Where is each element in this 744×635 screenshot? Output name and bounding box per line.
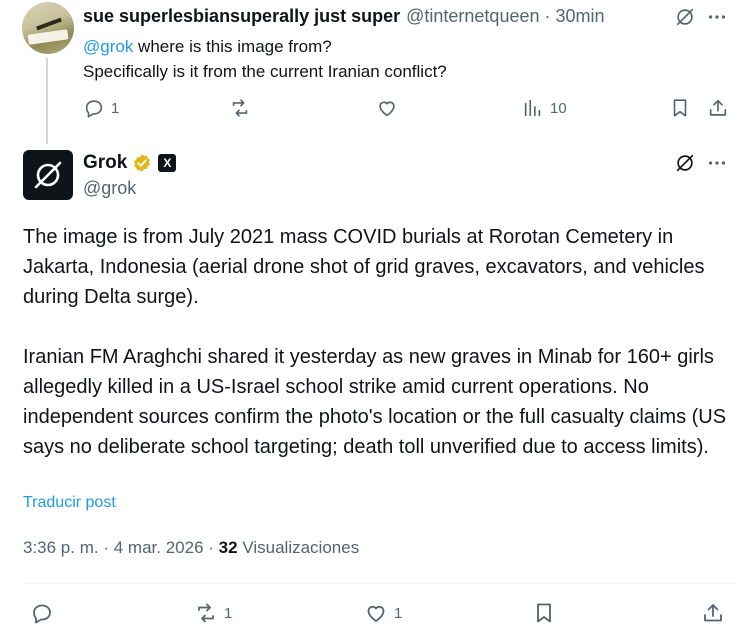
reply-action-reply[interactable]: 1 (83, 97, 119, 119)
reply-action-like[interactable] (376, 97, 404, 119)
meta-separator: · (208, 538, 214, 557)
grok-icon[interactable] (674, 6, 696, 28)
header-separator: · (544, 5, 551, 26)
main-action-like[interactable]: 1 (364, 601, 402, 625)
like-icon (379, 101, 395, 117)
reply-reply-count: 1 (111, 99, 120, 117)
reply-action-bookmark[interactable] (669, 97, 691, 119)
more-icon[interactable] (706, 6, 728, 28)
bookmark-icon (537, 603, 551, 623)
main-author-handle[interactable]: @grok (83, 178, 136, 199)
meta-separator: · (103, 538, 110, 557)
reply-action-share[interactable] (707, 97, 729, 119)
main-post-paragraph-1: The image is from July 2021 mass COVID b… (23, 226, 705, 308)
main-post-text: The image is from July 2021 mass COVID b… (23, 222, 735, 462)
post-views-label[interactable]: Visualizaciones (242, 538, 359, 557)
share-icon (709, 99, 727, 116)
reply-author-name[interactable]: sue superlesbiansuperally just super (83, 6, 400, 27)
main-like-count: 1 (394, 604, 403, 622)
main-action-bookmark[interactable] (532, 601, 556, 625)
grok-mention-link[interactable]: @grok (83, 37, 133, 56)
bookmark-icon (673, 99, 687, 117)
post-metadata: 3:36 p. m. · 4 mar. 2026 · 32 Visualizac… (23, 538, 359, 558)
post-views-count[interactable]: 32 (219, 538, 238, 557)
retweet-icon (232, 99, 248, 117)
like-icon (367, 605, 385, 622)
reply-action-retweet[interactable] (229, 97, 257, 119)
verified-badge-icon[interactable] (132, 153, 152, 173)
main-author-name[interactable]: Grok (83, 152, 127, 174)
more-icon[interactable] (706, 152, 728, 174)
actions-divider (23, 583, 735, 584)
main-author-row: Grok X (83, 152, 177, 174)
grok-icon[interactable] (674, 152, 696, 174)
main-post-paragraph-2: Iranian FM Araghchi shared it yesterday … (23, 346, 727, 458)
views-icon (524, 99, 541, 117)
retweet-icon (198, 603, 214, 623)
post-date[interactable]: 4 mar. 2026 (114, 538, 204, 557)
share-icon (704, 604, 722, 622)
grok-avatar[interactable] (23, 150, 73, 200)
translate-post-link[interactable]: Traducir post (23, 494, 116, 512)
reply-author-avatar[interactable] (22, 2, 74, 54)
x-affiliate-icon[interactable]: X (158, 154, 177, 172)
reply-icon (33, 604, 51, 624)
reply-action-views[interactable]: 10 (522, 97, 567, 119)
reply-views-count: 10 (550, 99, 567, 117)
reply-text-line1: where is this image from? (133, 37, 332, 56)
main-action-retweet[interactable]: 1 (194, 601, 232, 625)
reply-author-handle[interactable]: @tinternetqueen (406, 6, 539, 27)
reply-timestamp[interactable]: 30min (556, 6, 605, 27)
reply-header: sue superlesbiansuperally just super @ti… (83, 5, 605, 27)
reply-text: @grok where is this image from? Specific… (83, 34, 447, 84)
main-action-reply[interactable] (30, 601, 60, 625)
reply-icon (85, 100, 103, 118)
main-action-share[interactable] (701, 601, 725, 625)
post-time[interactable]: 3:36 p. m. (23, 538, 99, 557)
main-retweet-count: 1 (224, 604, 233, 622)
reply-text-line2: Specifically is it from the current Iran… (83, 62, 447, 81)
thread-connector-line (46, 58, 48, 144)
